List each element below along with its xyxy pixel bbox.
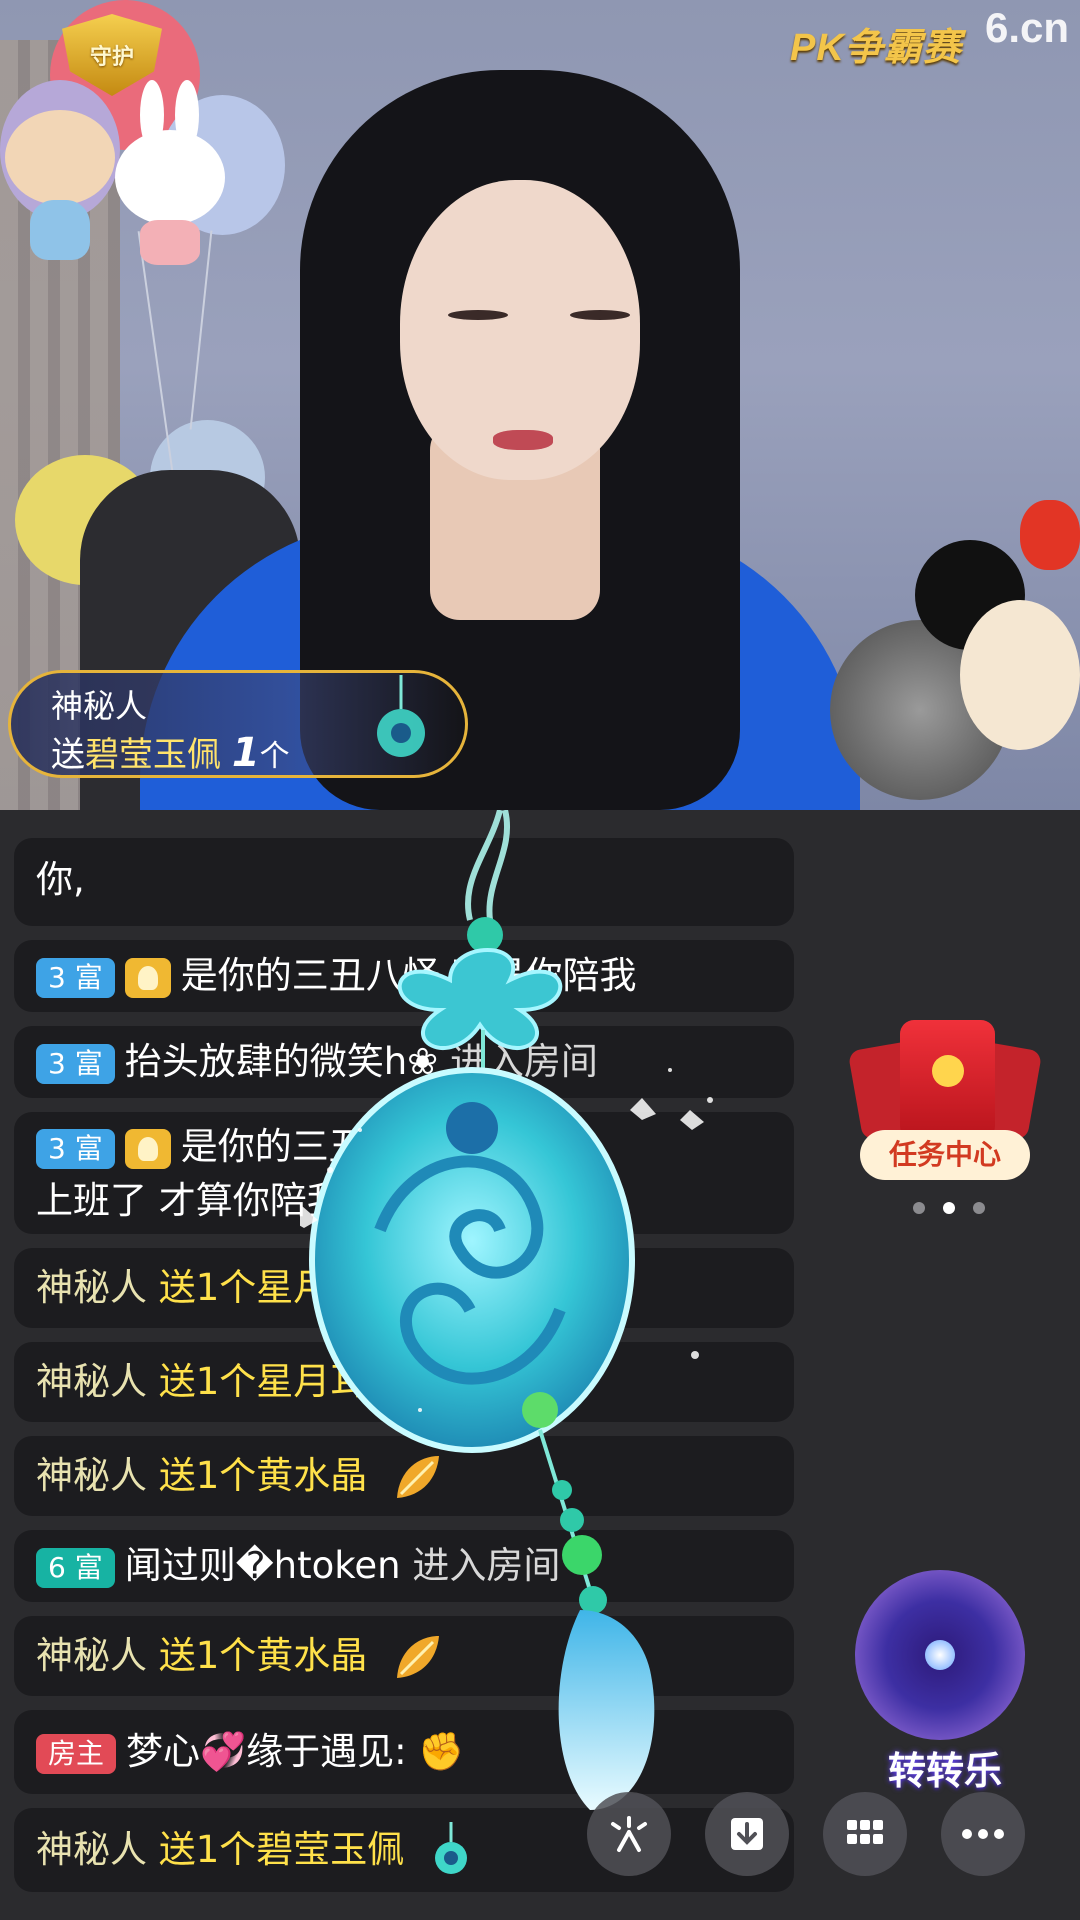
chat-message[interactable]: 神秘人 送1个黄水晶 (14, 1616, 794, 1696)
gift-toast-sender: 神秘人 (51, 687, 148, 725)
guard-badge-label: 守护 (89, 44, 134, 69)
chat-system-text: 进入房间 (449, 1040, 598, 1083)
chat-username[interactable]: 神秘人 (36, 1266, 147, 1309)
effects-button[interactable] (587, 1792, 671, 1876)
chat-gift-text: 送1个黄水晶 (158, 1634, 368, 1677)
chat-message[interactable]: 神秘人 送1个星月耳 (14, 1342, 794, 1422)
balloon-string (137, 231, 175, 479)
chat-message-text: 是你的三丑 下班 我 (180, 1125, 501, 1168)
wealth-level-badge: 3 富 (36, 1128, 115, 1169)
download-button[interactable] (705, 1792, 789, 1876)
chat-message[interactable]: 神秘人 送1个黄水晶 (14, 1436, 794, 1516)
gift-toast-line: 送碧莹玉佩 1个 (51, 727, 290, 776)
gift-toast-count: 1 (231, 730, 260, 776)
eye (448, 310, 508, 320)
leaf-gem-icon (397, 1635, 440, 1678)
mouth (493, 430, 553, 450)
site-logo: 6.cn (985, 4, 1070, 51)
chat-message[interactable]: 神秘人 送1个碧莹玉佩 (14, 1808, 794, 1892)
gift-toast-action: 送 (51, 735, 85, 775)
wheel-core-icon (925, 1640, 955, 1670)
chat-username[interactable]: 神秘人 (36, 1634, 147, 1677)
gift-toast-gift-name: 碧莹玉佩 (85, 735, 221, 775)
gift-toast-unit: 个 (259, 739, 290, 774)
apps-button[interactable] (823, 1792, 907, 1876)
task-center-label: 任务中心 (860, 1130, 1030, 1180)
eye (570, 310, 630, 320)
chat-system-text: 进入房间 (412, 1544, 561, 1587)
pager-dot[interactable] (973, 1202, 985, 1214)
lucky-wheel-label[interactable]: 转转乐 (855, 1740, 1035, 1795)
chat-gift-text: 送1个黄水晶 (158, 1454, 368, 1497)
teddy-bear-sticker (5, 110, 115, 260)
chat-message[interactable]: 你, (14, 838, 794, 926)
chat-gift-text: 送1个星月耳 (158, 1266, 368, 1309)
lucky-wheel-button[interactable] (855, 1570, 1025, 1740)
user-icon (124, 957, 171, 998)
chat-message-text-cont: 上班了 才算你陪我 (36, 1179, 344, 1222)
plush-toy (915, 500, 1080, 780)
sparkle-icon (611, 1816, 647, 1852)
host-badge: 房主 (36, 1733, 117, 1774)
chat-message[interactable]: 房主 梦心💞缘于遇见: ✊ (14, 1710, 794, 1794)
wealth-level-badge: 6 富 (36, 1547, 115, 1588)
jade-pendant-icon (435, 1821, 468, 1874)
more-button[interactable] (941, 1792, 1025, 1876)
wealth-level-badge: 3 富 (36, 957, 115, 998)
grid-icon (847, 1820, 883, 1844)
chat-message[interactable]: 3 富 是你的三丑八怪 不是你陪我 (14, 940, 794, 1012)
chat-message[interactable]: 3 富抬头放肆的微笑h❀ 进入房间 (14, 1026, 794, 1098)
pk-event-logo[interactable]: PK争霸赛 (790, 16, 962, 71)
wealth-level-badge: 3 富 (36, 1043, 115, 1084)
leaf-gem-icon (397, 1455, 440, 1498)
chat-username[interactable]: 神秘人 (36, 1360, 147, 1403)
jade-pendant-icon (377, 675, 425, 757)
chat-gift-text: 送1个星月耳 (158, 1360, 368, 1403)
chat-message-text: 是你的三丑八怪 不是你陪我 (180, 954, 637, 997)
chat-message[interactable]: 6 富闻过则�htoken 进入房间 (14, 1530, 794, 1602)
chat-gift-text: 送1个碧莹玉佩 (158, 1828, 405, 1871)
chat-username[interactable]: 抬头放肆的微笑h❀ (125, 1040, 438, 1083)
chat-message[interactable]: 神秘人 送1个星月耳 (14, 1248, 794, 1328)
chat-username[interactable]: 神秘人 (36, 1828, 147, 1871)
pager-dot-active[interactable] (943, 1202, 955, 1214)
chat-message-text: 你, (36, 858, 85, 901)
user-icon (124, 1128, 171, 1169)
banner-pager[interactable] (905, 1200, 1005, 1216)
bunny-sticker (115, 80, 225, 265)
fist-emoji-icon: ✊ (418, 1730, 465, 1773)
task-center-button[interactable]: 任务中心 (847, 1015, 1043, 1185)
pager-dot[interactable] (913, 1202, 925, 1214)
download-icon (731, 1818, 763, 1850)
more-icon (962, 1829, 1004, 1839)
coin-icon (932, 1055, 964, 1087)
gift-toast: 神秘人 送碧莹玉佩 1个 (8, 670, 468, 778)
chat-username[interactable]: 神秘人 (36, 1454, 147, 1497)
chat-username[interactable]: 闻过则�htoken (125, 1544, 401, 1587)
chat-message[interactable]: 3 富 是你的三丑 下班 我 上班了 才算你陪我 (14, 1112, 794, 1234)
chat-username[interactable]: 梦心💞缘于遇见: (126, 1730, 407, 1773)
